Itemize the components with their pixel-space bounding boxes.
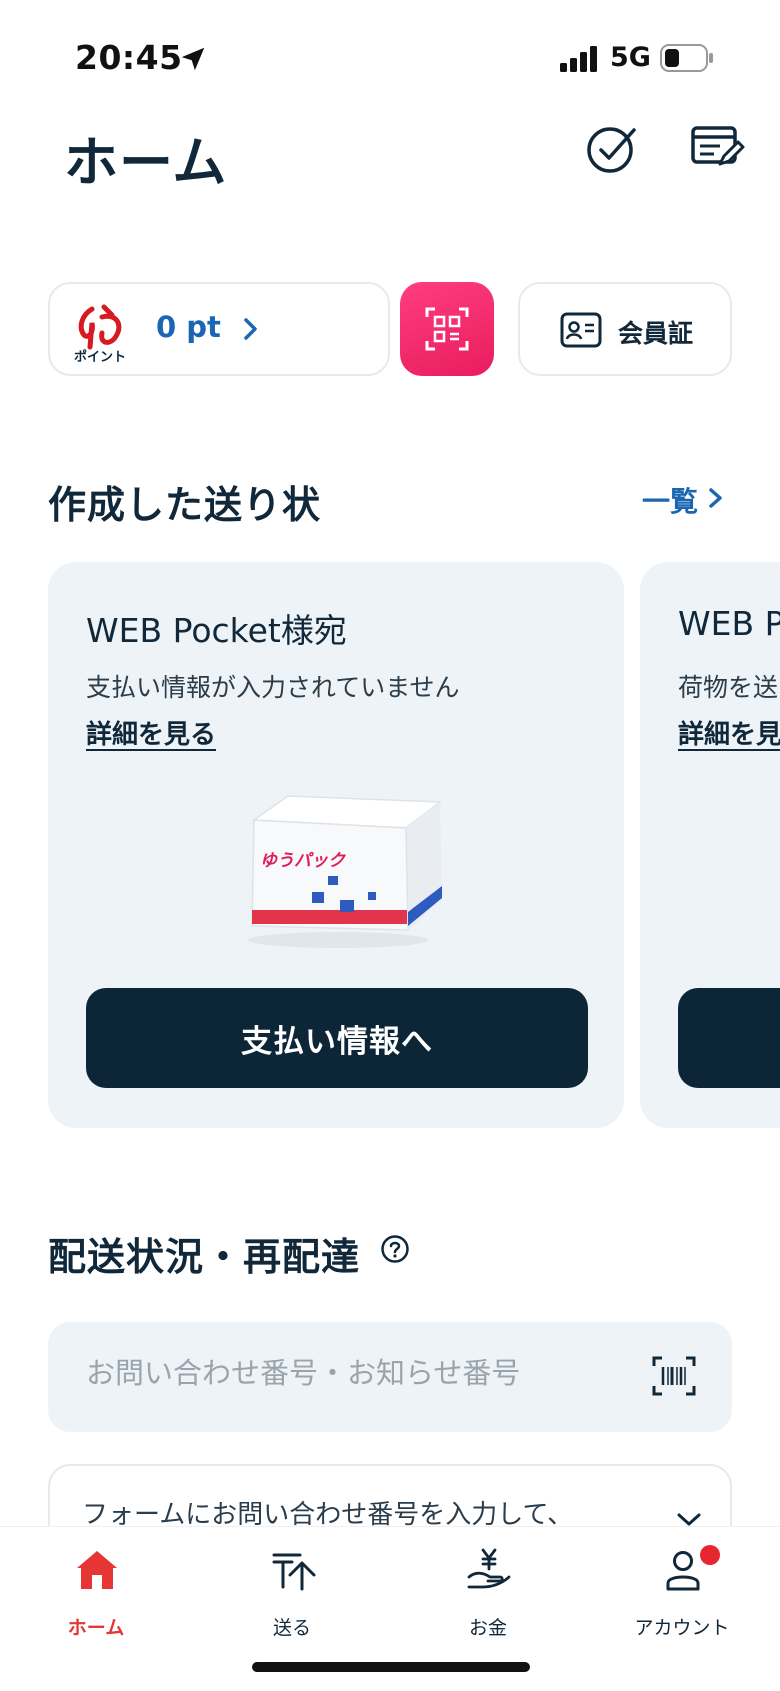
tracking-search-box[interactable] <box>48 1322 732 1432</box>
invoice-status: 支払い情報が入力されていません <box>86 673 460 702</box>
points-logo-label: ポイント <box>73 350 126 365</box>
see-all-link[interactable]: 一覧 <box>642 480 698 520</box>
yu-pack-box-image: ゆうパック <box>248 795 443 948</box>
invoice-detail-link[interactable]: 詳細を見る <box>86 714 216 751</box>
nav-money[interactable]: お金 <box>418 1543 558 1643</box>
nav-home[interactable]: ホーム <box>26 1543 166 1643</box>
battery-icon <box>660 44 713 72</box>
home-indicator[interactable] <box>252 1662 530 1672</box>
nav-label: お金 <box>468 1617 507 1639</box>
send-icon <box>272 1553 316 1591</box>
nav-label: アカウント <box>634 1617 730 1639</box>
box-logo-text: ゆうパック <box>260 851 346 871</box>
notification-badge <box>700 1545 720 1565</box>
tracking-number-input[interactable] <box>86 1356 606 1390</box>
invoice-recipient: WEB Pocket様宛 <box>86 611 347 650</box>
invoice-status: 荷物を送 <box>678 673 779 702</box>
nav-label: ホーム <box>67 1617 125 1639</box>
invoice-card[interactable]: WEB P 荷物を送 詳細を見 <box>640 562 780 1128</box>
home-screen: 20:45 5G ホーム ポイント 0 pt 会員証 作成した送り状 一覧 WE… <box>0 0 780 1691</box>
location-arrow-icon <box>181 47 205 71</box>
member-card-button[interactable]: 会員証 <box>518 282 732 376</box>
invoice-card[interactable]: WEB Pocket様宛 支払い情報が入力されていません 詳細を見る ゆうパック… <box>48 562 624 1128</box>
nav-label: 送る <box>272 1617 311 1639</box>
invoice-detail-link[interactable]: 詳細を見 <box>678 714 780 751</box>
network-label: 5G <box>610 42 651 73</box>
form-edit-icon <box>691 126 745 166</box>
nav-send[interactable]: 送る <box>222 1543 362 1643</box>
page-title: ホーム <box>64 131 228 194</box>
points-value: 0 pt <box>156 310 221 344</box>
qr-scan-icon <box>425 307 469 351</box>
checklist-button[interactable] <box>584 120 640 176</box>
id-card-icon <box>560 312 602 348</box>
points-card[interactable]: ポイント 0 pt <box>48 282 390 376</box>
tracking-section-title: 配送状況・再配達 <box>48 1235 361 1279</box>
member-card-label: 会員証 <box>618 319 694 348</box>
status-time: 20:45 <box>75 38 183 77</box>
invoice-recipient: WEB P <box>678 604 780 643</box>
invoices-section-title: 作成した送り状 <box>48 483 322 527</box>
payment-info-button[interactable]: 支払い情報へ <box>86 988 588 1088</box>
barcode-scan-icon[interactable] <box>652 1356 696 1396</box>
invoice-action-button[interactable] <box>678 988 780 1088</box>
edit-form-button[interactable] <box>690 120 746 176</box>
chevron-right-icon <box>244 318 257 340</box>
qr-code-button[interactable] <box>400 282 494 376</box>
help-icon[interactable] <box>380 1234 410 1264</box>
signal-icon <box>560 46 597 72</box>
chevron-right-icon <box>709 488 722 508</box>
home-icon <box>77 1551 117 1589</box>
nav-account[interactable]: アカウント <box>612 1543 752 1643</box>
money-icon <box>467 1548 511 1589</box>
check-circle-icon <box>587 127 636 173</box>
